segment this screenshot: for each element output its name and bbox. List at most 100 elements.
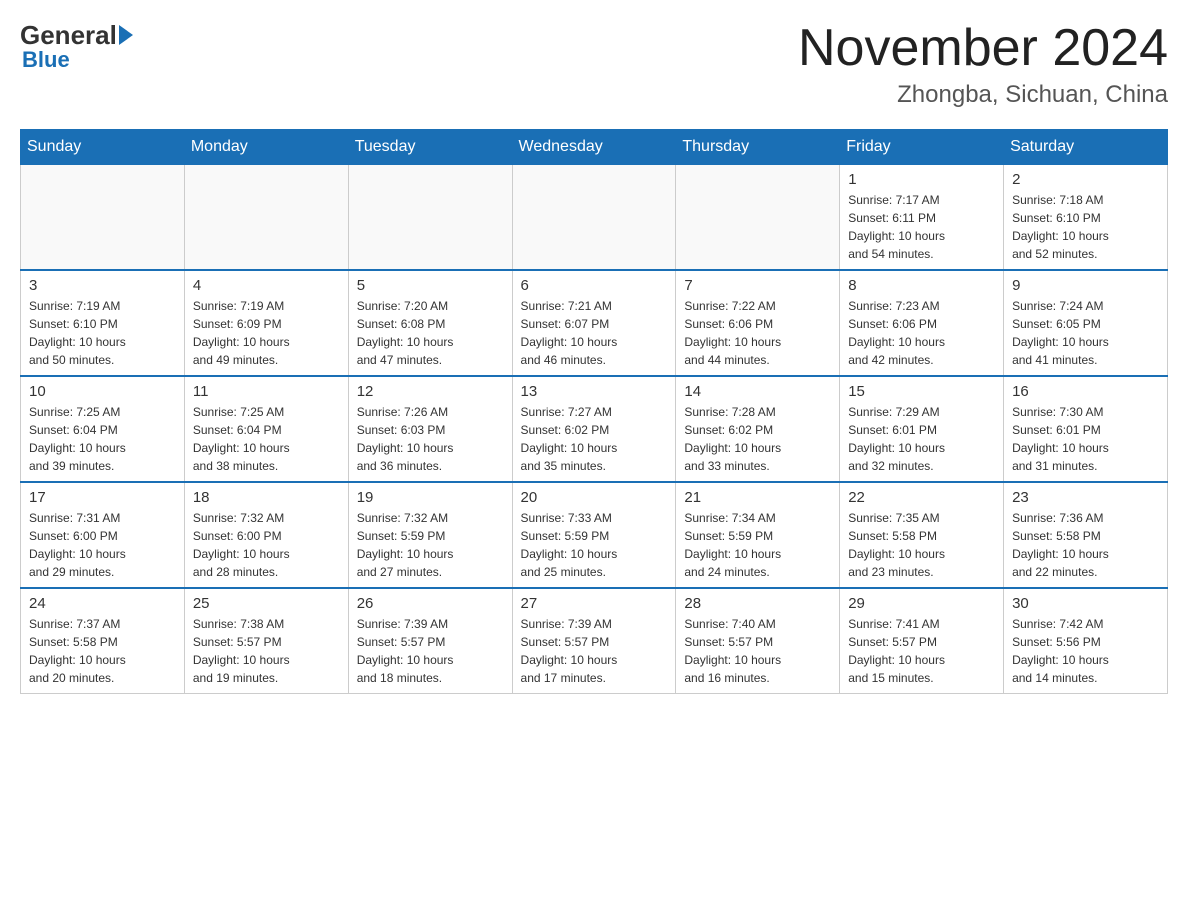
day-info: Sunrise: 7:40 AM Sunset: 5:57 PM Dayligh… [684,615,831,687]
calendar-cell: 12 Sunrise: 7:26 AM Sunset: 6:03 PM Dayli… [348,376,512,482]
subtitle: Zhongba, Sichuan, China [798,81,1168,109]
day-number: 8 [848,277,995,294]
calendar-cell: 22 Sunrise: 7:35 AM Sunset: 5:58 PM Dayli… [840,482,1004,588]
day-number: 22 [848,489,995,506]
calendar-cell: 3 Sunrise: 7:19 AM Sunset: 6:10 PM Daylig… [21,270,185,376]
day-info: Sunrise: 7:19 AM Sunset: 6:10 PM Dayligh… [29,297,176,369]
calendar-cell: 8 Sunrise: 7:23 AM Sunset: 6:06 PM Daylig… [840,270,1004,376]
calendar-cell: 6 Sunrise: 7:21 AM Sunset: 6:07 PM Daylig… [512,270,676,376]
day-info: Sunrise: 7:21 AM Sunset: 6:07 PM Dayligh… [521,297,668,369]
calendar-cell [676,165,840,271]
day-info: Sunrise: 7:28 AM Sunset: 6:02 PM Dayligh… [684,403,831,475]
day-number: 12 [357,383,504,400]
calendar-cell: 28Sunrise: 7:40 AM Sunset: 5:57 PM Dayli… [676,588,840,694]
day-info: Sunrise: 7:22 AM Sunset: 6:06 PM Dayligh… [684,297,831,369]
day-info: Sunrise: 7:38 AM Sunset: 5:57 PM Dayligh… [193,615,340,687]
calendar-cell: 5 Sunrise: 7:20 AM Sunset: 6:08 PM Daylig… [348,270,512,376]
calendar-cell: 21Sunrise: 7:34 AM Sunset: 5:59 PM Dayli… [676,482,840,588]
calendar-cell: 16 Sunrise: 7:30 AM Sunset: 6:01 PM Dayli… [1004,376,1168,482]
calendar-cell: 13 Sunrise: 7:27 AM Sunset: 6:02 PM Dayli… [512,376,676,482]
calendar-cell: 20Sunrise: 7:33 AM Sunset: 5:59 PM Dayli… [512,482,676,588]
calendar-week-5: 24 Sunrise: 7:37 AM Sunset: 5:58 PM Dayli… [21,588,1168,694]
calendar-cell: 24 Sunrise: 7:37 AM Sunset: 5:58 PM Dayli… [21,588,185,694]
calendar-cell: 29Sunrise: 7:41 AM Sunset: 5:57 PM Dayli… [840,588,1004,694]
logo-blue: Blue [22,47,70,73]
calendar-cell: 19Sunrise: 7:32 AM Sunset: 5:59 PM Dayli… [348,482,512,588]
calendar-cell: 23 Sunrise: 7:36 AM Sunset: 5:58 PM Dayli… [1004,482,1168,588]
day-number: 14 [684,383,831,400]
calendar-cell: 25 Sunrise: 7:38 AM Sunset: 5:57 PM Dayli… [184,588,348,694]
calendar-cell: 18 Sunrise: 7:32 AM Sunset: 6:00 PM Dayli… [184,482,348,588]
calendar-cell [348,165,512,271]
main-title: November 2024 [798,20,1168,77]
calendar-header-thursday: Thursday [676,130,840,165]
day-info: Sunrise: 7:32 AM Sunset: 6:00 PM Dayligh… [193,509,340,581]
title-area: November 2024 Zhongba, Sichuan, China [798,20,1168,109]
day-info: Sunrise: 7:39 AM Sunset: 5:57 PM Dayligh… [357,615,504,687]
day-info: Sunrise: 7:26 AM Sunset: 6:03 PM Dayligh… [357,403,504,475]
day-number: 20 [521,489,668,506]
day-info: Sunrise: 7:42 AM Sunset: 5:56 PM Dayligh… [1012,615,1159,687]
calendar-header-monday: Monday [184,130,348,165]
logo-arrow-icon [119,25,133,45]
day-number: 3 [29,277,176,294]
calendar-cell: 27Sunrise: 7:39 AM Sunset: 5:57 PM Dayli… [512,588,676,694]
calendar-cell: 4 Sunrise: 7:19 AM Sunset: 6:09 PM Daylig… [184,270,348,376]
calendar-cell: 17Sunrise: 7:31 AM Sunset: 6:00 PM Dayli… [21,482,185,588]
day-number: 19 [357,489,504,506]
day-number: 25 [193,595,340,612]
day-number: 7 [684,277,831,294]
day-number: 11 [193,383,340,400]
day-number: 24 [29,595,176,612]
calendar-cell [512,165,676,271]
calendar-header-friday: Friday [840,130,1004,165]
day-number: 5 [357,277,504,294]
day-info: Sunrise: 7:27 AM Sunset: 6:02 PM Dayligh… [521,403,668,475]
calendar-cell: 2Sunrise: 7:18 AM Sunset: 6:10 PM Daylig… [1004,165,1168,271]
calendar-week-3: 10Sunrise: 7:25 AM Sunset: 6:04 PM Dayli… [21,376,1168,482]
day-number: 30 [1012,595,1159,612]
day-info: Sunrise: 7:31 AM Sunset: 6:00 PM Dayligh… [29,509,176,581]
day-info: Sunrise: 7:17 AM Sunset: 6:11 PM Dayligh… [848,191,995,263]
day-number: 21 [684,489,831,506]
calendar-cell: 14 Sunrise: 7:28 AM Sunset: 6:02 PM Dayli… [676,376,840,482]
calendar-week-1: 1 Sunrise: 7:17 AM Sunset: 6:11 PM Daylig… [21,165,1168,271]
day-number: 1 [848,171,995,188]
day-number: 15 [848,383,995,400]
day-number: 4 [193,277,340,294]
calendar-header-tuesday: Tuesday [348,130,512,165]
day-info: Sunrise: 7:35 AM Sunset: 5:58 PM Dayligh… [848,509,995,581]
day-info: Sunrise: 7:41 AM Sunset: 5:57 PM Dayligh… [848,615,995,687]
day-info: Sunrise: 7:24 AM Sunset: 6:05 PM Dayligh… [1012,297,1159,369]
day-number: 13 [521,383,668,400]
calendar-header-wednesday: Wednesday [512,130,676,165]
calendar-cell [21,165,185,271]
day-info: Sunrise: 7:36 AM Sunset: 5:58 PM Dayligh… [1012,509,1159,581]
day-info: Sunrise: 7:37 AM Sunset: 5:58 PM Dayligh… [29,615,176,687]
day-number: 9 [1012,277,1159,294]
calendar-cell: 15 Sunrise: 7:29 AM Sunset: 6:01 PM Dayli… [840,376,1004,482]
calendar-cell: 10Sunrise: 7:25 AM Sunset: 6:04 PM Dayli… [21,376,185,482]
calendar-header-saturday: Saturday [1004,130,1168,165]
day-info: Sunrise: 7:30 AM Sunset: 6:01 PM Dayligh… [1012,403,1159,475]
day-info: Sunrise: 7:25 AM Sunset: 6:04 PM Dayligh… [29,403,176,475]
day-info: Sunrise: 7:20 AM Sunset: 6:08 PM Dayligh… [357,297,504,369]
day-info: Sunrise: 7:29 AM Sunset: 6:01 PM Dayligh… [848,403,995,475]
day-number: 23 [1012,489,1159,506]
calendar-cell: 11 Sunrise: 7:25 AM Sunset: 6:04 PM Dayli… [184,376,348,482]
calendar-cell [184,165,348,271]
day-info: Sunrise: 7:19 AM Sunset: 6:09 PM Dayligh… [193,297,340,369]
day-number: 18 [193,489,340,506]
day-number: 6 [521,277,668,294]
day-number: 26 [357,595,504,612]
calendar-cell: 7 Sunrise: 7:22 AM Sunset: 6:06 PM Daylig… [676,270,840,376]
calendar-cell: 1 Sunrise: 7:17 AM Sunset: 6:11 PM Daylig… [840,165,1004,271]
logo: General Blue [20,20,133,73]
day-info: Sunrise: 7:25 AM Sunset: 6:04 PM Dayligh… [193,403,340,475]
day-number: 16 [1012,383,1159,400]
header: General Blue November 2024 Zhongba, Sich… [20,20,1168,109]
day-info: Sunrise: 7:23 AM Sunset: 6:06 PM Dayligh… [848,297,995,369]
day-info: Sunrise: 7:39 AM Sunset: 5:57 PM Dayligh… [521,615,668,687]
calendar-cell: 9 Sunrise: 7:24 AM Sunset: 6:05 PM Daylig… [1004,270,1168,376]
day-number: 2 [1012,171,1159,188]
